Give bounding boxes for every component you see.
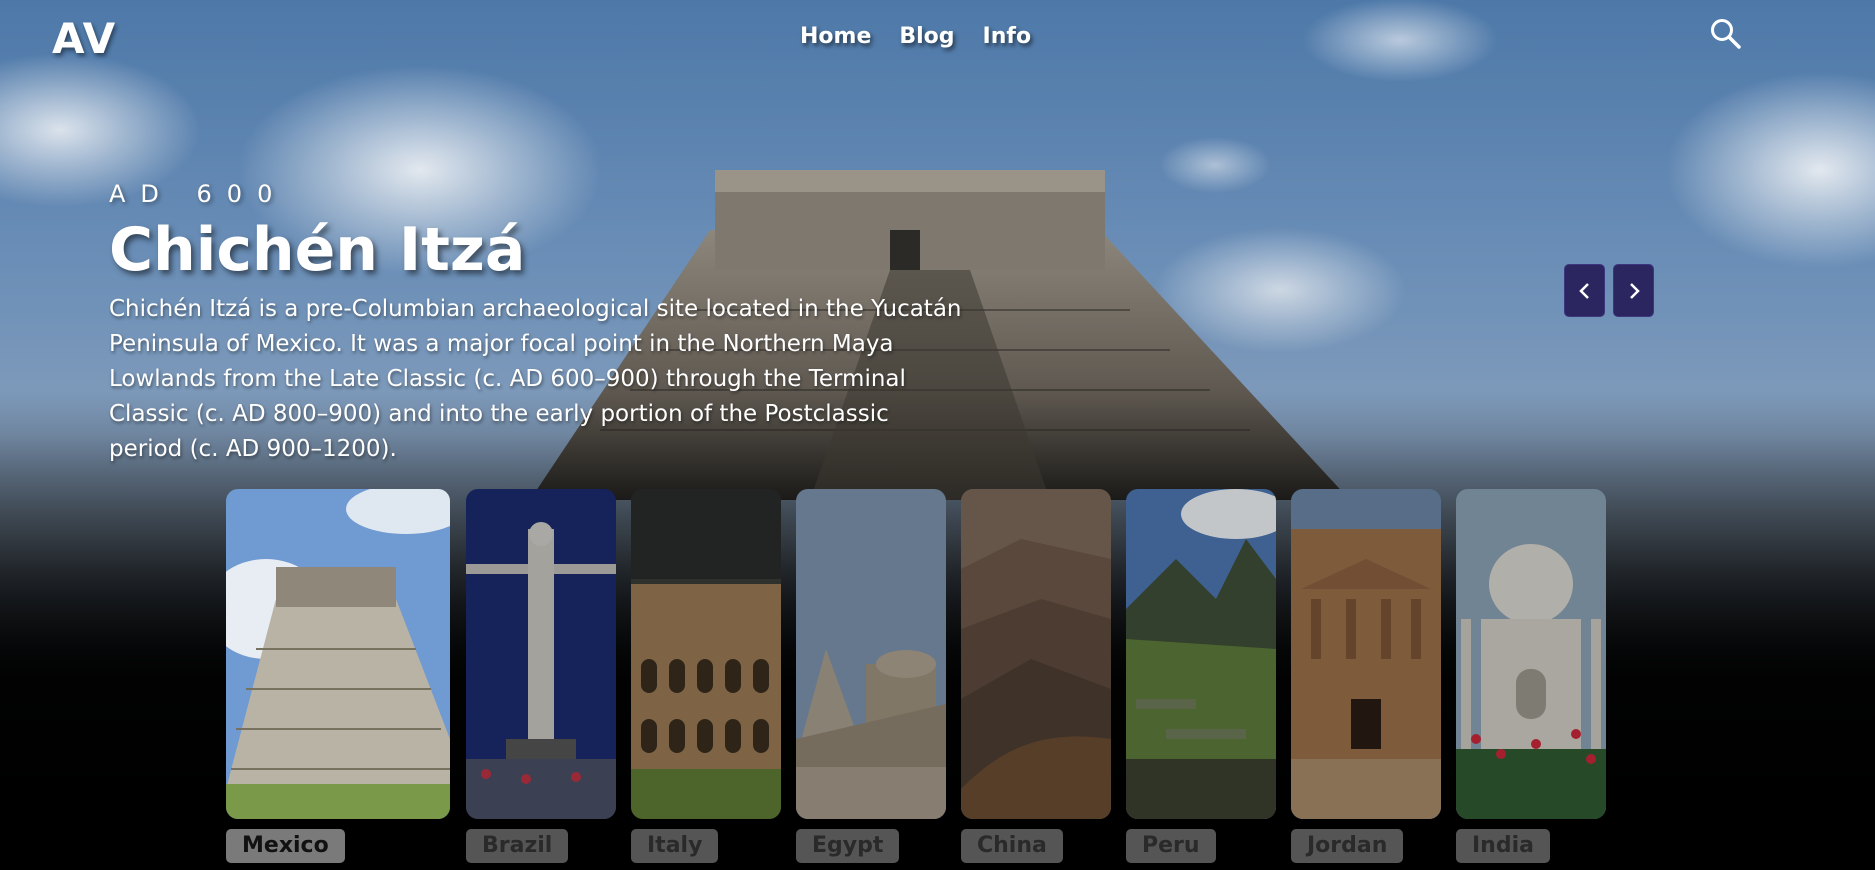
destination-card-china[interactable] xyxy=(961,489,1111,819)
destination-label-india[interactable]: India xyxy=(1456,829,1550,863)
destination-label-italy[interactable]: Italy xyxy=(631,829,719,863)
prev-button[interactable] xyxy=(1564,264,1605,317)
destination-card-jordan[interactable] xyxy=(1291,489,1441,819)
chevron-right-icon xyxy=(1629,282,1640,299)
destination-card-brazil[interactable] xyxy=(466,489,616,819)
hero-title: Chichén Itzá xyxy=(109,215,526,285)
nav-link-home[interactable]: Home xyxy=(800,24,871,49)
destination-label-peru[interactable]: Peru xyxy=(1126,829,1216,863)
slider-arrows xyxy=(1564,264,1654,317)
destination-label-egypt[interactable]: Egypt xyxy=(796,829,900,863)
mexico-pyramid-thumbnail xyxy=(226,489,450,819)
destination-card-italy[interactable] xyxy=(631,489,781,819)
destination-card-egypt[interactable] xyxy=(796,489,946,819)
nav-link-info[interactable]: Info xyxy=(983,24,1032,49)
destination-label-brazil[interactable]: Brazil xyxy=(466,829,569,863)
destination-label-china[interactable]: China xyxy=(961,829,1063,863)
top-navbar: AV Home Blog Info xyxy=(0,0,1875,80)
next-button[interactable] xyxy=(1613,264,1654,317)
nav-link-blog[interactable]: Blog xyxy=(899,24,954,49)
destination-card-india[interactable] xyxy=(1456,489,1606,819)
main-nav: Home Blog Info xyxy=(800,24,1031,49)
hero-content: AD 600 Chichén Itzá Chichén Itzá is a pr… xyxy=(109,180,969,467)
destination-card-peru[interactable] xyxy=(1126,489,1276,819)
search-icon[interactable] xyxy=(1708,16,1744,52)
destination-label-jordan[interactable]: Jordan xyxy=(1291,829,1404,863)
destination-card-mexico[interactable] xyxy=(226,489,450,819)
destination-label-mexico[interactable]: Mexico xyxy=(226,829,345,863)
hero-description: Chichén Itzá is a pre-Columbian archaeol… xyxy=(109,296,962,462)
hero-era: AD 600 xyxy=(109,180,288,208)
site-logo[interactable]: AV xyxy=(52,14,116,63)
chevron-left-icon xyxy=(1578,282,1589,299)
